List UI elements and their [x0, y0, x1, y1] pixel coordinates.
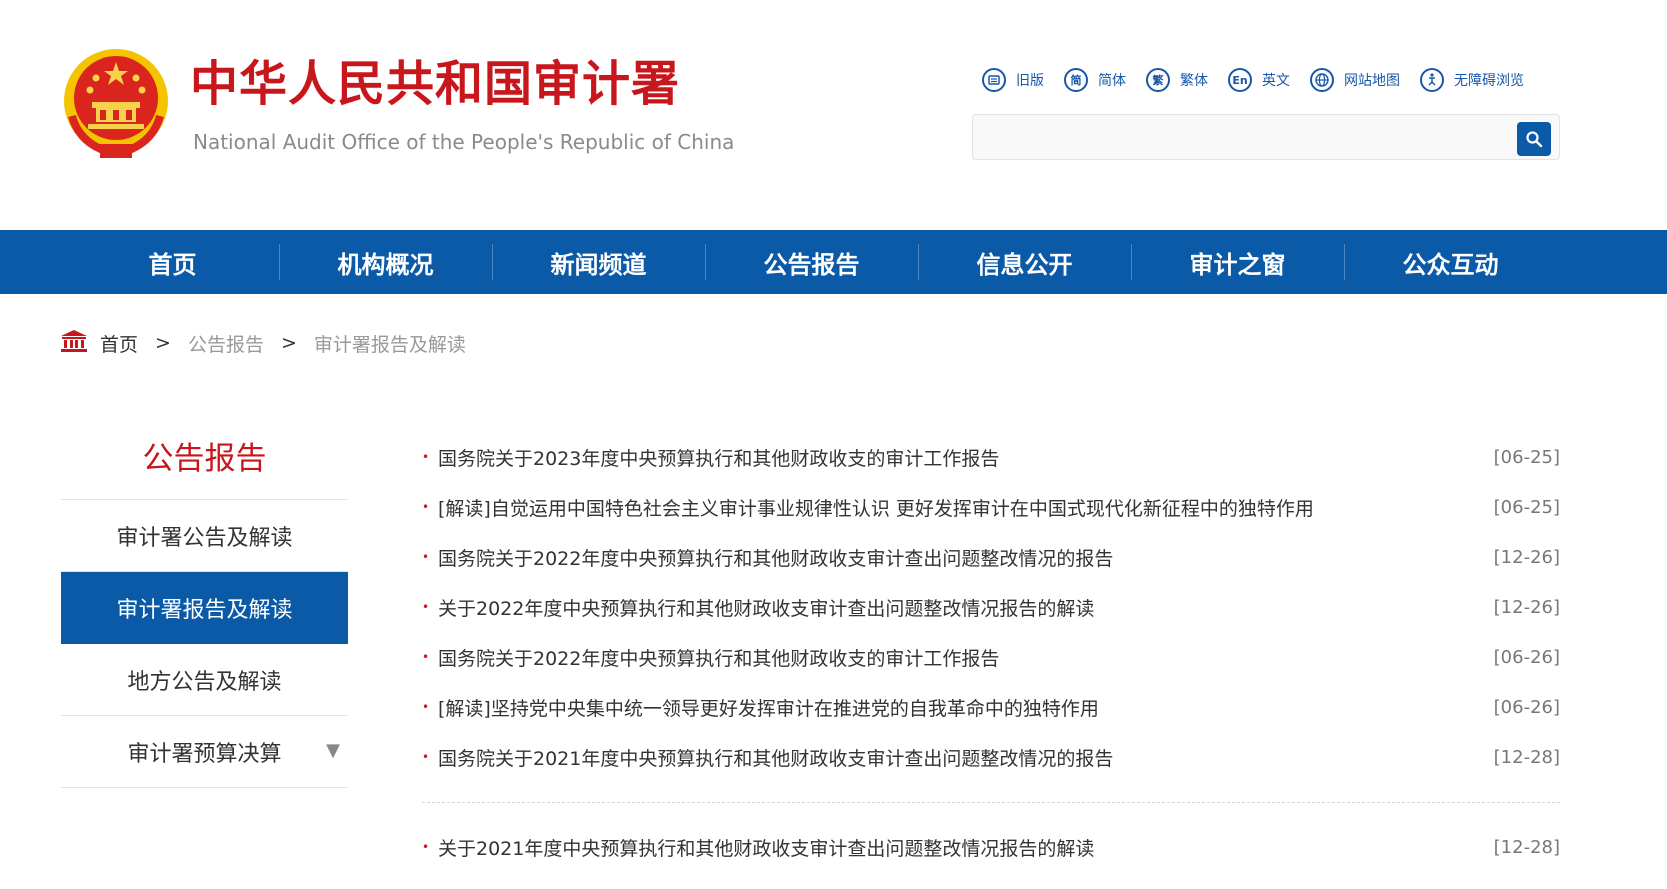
english-icon: En [1228, 68, 1252, 92]
list-item[interactable]: • 国务院关于2022年度中央预算执行和其他财政收支的审计工作报告 [06-26… [422, 632, 1560, 682]
list-item[interactable]: • 国务院关于2021年度中央预算执行和其他财政收支审计查出问题整改情况的报告 … [422, 732, 1560, 782]
sidebar-item-reports-interpretation[interactable]: 审计署报告及解读 [61, 572, 348, 644]
list-item[interactable]: • [解读]自觉运用中国特色社会主义审计事业规律性认识 更好发挥审计在中国式现代… [422, 482, 1560, 532]
tool-label: 简体 [1098, 73, 1126, 89]
list-item-title[interactable]: [解读]坚持党中央集中统一领导更好发挥审计在推进党的自我革命中的独特作用 [438, 694, 1490, 721]
bullet-icon: • [422, 750, 430, 764]
bullet-icon: • [422, 500, 430, 514]
list-divider [422, 802, 1560, 803]
list-item-title[interactable]: [解读]自觉运用中国特色社会主义审计事业规律性认识 更好发挥审计在中国式现代化新… [438, 494, 1490, 521]
search-box [972, 114, 1560, 160]
list-item[interactable]: • 关于2022年度中央预算执行和其他财政收支审计查出问题整改情况报告的解读 [… [422, 582, 1560, 632]
sidebar-item-local-announcements[interactable]: 地方公告及解读 [61, 644, 348, 716]
sidebar-item-label: 审计署报告及解读 [116, 598, 293, 623]
traditional-icon: 繁 [1146, 68, 1170, 92]
list-item-title[interactable]: 国务院关于2021年度中央预算执行和其他财政收支审计查出问题整改情况的报告 [438, 744, 1490, 771]
list-item-title[interactable]: 国务院关于2022年度中央预算执行和其他财政收支审计查出问题整改情况的报告 [438, 544, 1490, 571]
tool-traditional[interactable]: 繁 繁体 [1146, 68, 1208, 92]
breadcrumb-separator: > [155, 332, 171, 354]
breadcrumb: 首页 > 公告报告 > 审计署报告及解读 [60, 327, 466, 359]
tool-sitemap[interactable]: 网站地图 [1310, 68, 1400, 92]
list-item-date: [06-26] [1493, 696, 1560, 718]
simplified-icon: 简 [1064, 68, 1088, 92]
search-input[interactable] [983, 123, 1483, 153]
list-item[interactable]: • [解读]坚持党中央集中统一领导更好发挥审计在推进党的自我革命中的独特作用 [… [422, 682, 1560, 732]
sidebar-item-label: 地方公告及解读 [127, 669, 282, 695]
tool-accessibility[interactable]: 无障碍浏览 [1420, 68, 1524, 92]
nav-item-organization[interactable]: 机构概况 [279, 230, 492, 294]
tool-label: 旧版 [1016, 73, 1044, 89]
nav-item-announcements[interactable]: 公告报告 [705, 230, 918, 294]
tool-label: 无障碍浏览 [1454, 73, 1524, 89]
home-icon[interactable] [60, 329, 88, 358]
caret-down-icon[interactable]: ▼ [326, 740, 340, 761]
header-toolbar: 旧版 简 简体 繁 繁体 En 英文 网站地图 无障碍浏览 [982, 68, 1544, 92]
bullet-icon: • [422, 840, 430, 854]
national-emblem-logo[interactable] [60, 46, 172, 164]
bullet-icon: • [422, 550, 430, 564]
breadcrumb-home[interactable]: 首页 [100, 330, 138, 357]
bullet-icon: • [422, 600, 430, 614]
sidebar-item-label: 审计署预算决算 [127, 741, 282, 767]
list-item[interactable]: • 关于2021年度中央预算执行和其他财政收支审计查出问题整改情况报告的解读 [… [422, 822, 1560, 872]
sitemap-icon [1310, 68, 1334, 92]
tool-label: 网站地图 [1344, 73, 1400, 89]
site-header: 中华人民共和国审计署 National Audit Office of the … [0, 0, 1667, 230]
list-item[interactable]: • 国务院关于2022年度中央预算执行和其他财政收支审计查出问题整改情况的报告 … [422, 532, 1560, 582]
sidebar-item-announcements-interpretation[interactable]: 审计署公告及解读 [61, 500, 348, 572]
nav-item-public-interaction[interactable]: 公众互动 [1344, 230, 1557, 294]
search-button[interactable] [1517, 122, 1551, 156]
tool-english[interactable]: En 英文 [1228, 68, 1290, 92]
bullet-icon: • [422, 650, 430, 664]
list-item-date: [06-25] [1493, 496, 1560, 518]
nav-item-audit-window[interactable]: 审计之窗 [1131, 230, 1344, 294]
list-item-title[interactable]: 国务院关于2023年度中央预算执行和其他财政收支的审计工作报告 [438, 444, 1490, 471]
list-item-title[interactable]: 关于2021年度中央预算执行和其他财政收支审计查出问题整改情况报告的解读 [438, 834, 1490, 861]
nav-item-home[interactable]: 首页 [66, 230, 279, 294]
search-icon [1526, 131, 1543, 148]
tool-label: 繁体 [1180, 73, 1208, 89]
accessibility-icon [1420, 68, 1444, 92]
list-item-date: [12-28] [1493, 836, 1560, 858]
list-item-title[interactable]: 国务院关于2022年度中央预算执行和其他财政收支的审计工作报告 [438, 644, 1490, 671]
bullet-icon: • [422, 700, 430, 714]
old-version-icon [982, 68, 1006, 92]
list-item-date: [06-25] [1493, 446, 1560, 468]
tool-simplified[interactable]: 简 简体 [1064, 68, 1126, 92]
list-item-date: [12-26] [1493, 546, 1560, 568]
site-subtitle: National Audit Office of the People's Re… [193, 130, 735, 154]
sidebar-title: 公告报告 [61, 430, 348, 500]
nav-item-disclosure[interactable]: 信息公开 [918, 230, 1131, 294]
list-item-date: [06-26] [1493, 646, 1560, 668]
sidebar-item-budget-final-accounts[interactable]: 审计署预算决算 ▼ [61, 716, 348, 788]
nav-item-news[interactable]: 新闻频道 [492, 230, 705, 294]
list-item-date: [12-28] [1493, 746, 1560, 768]
list-item[interactable]: • 国务院关于2023年度中央预算执行和其他财政收支的审计工作报告 [06-25… [422, 432, 1560, 482]
breadcrumb-announcements[interactable]: 公告报告 [188, 330, 264, 357]
sidebar-item-label: 审计署公告及解读 [116, 525, 293, 551]
list-item-title[interactable]: 关于2022年度中央预算执行和其他财政收支审计查出问题整改情况报告的解读 [438, 594, 1490, 621]
bullet-icon: • [422, 450, 430, 464]
list-item-date: [12-26] [1493, 596, 1560, 618]
breadcrumb-separator: > [280, 332, 297, 354]
sidebar: 公告报告 审计署公告及解读 审计署报告及解读 地方公告及解读 审计署预算决算 ▼ [61, 430, 348, 788]
breadcrumb-current[interactable]: 审计署报告及解读 [314, 330, 466, 357]
site-title: 中华人民共和国审计署 [190, 56, 681, 112]
report-list: • 国务院关于2023年度中央预算执行和其他财政收支的审计工作报告 [06-25… [422, 432, 1560, 872]
tool-label: 英文 [1262, 73, 1290, 89]
main-nav: 首页 机构概况 新闻频道 公告报告 信息公开 审计之窗 公众互动 [0, 230, 1667, 294]
tool-old-version[interactable]: 旧版 [982, 68, 1044, 92]
